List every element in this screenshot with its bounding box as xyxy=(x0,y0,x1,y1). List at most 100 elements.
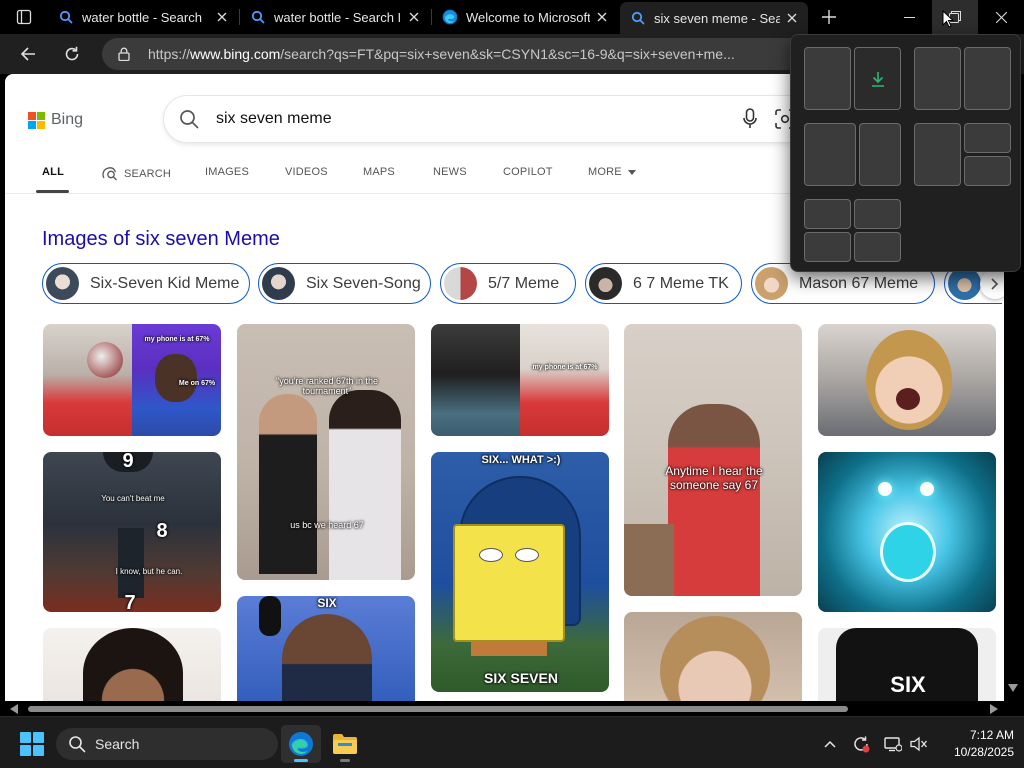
snap-zone-bottom-right[interactable] xyxy=(964,156,1011,186)
image-result[interactable]: 9 You can't beat me 8 I know, but he can… xyxy=(43,452,221,612)
clock-date: 10/28/2025 xyxy=(953,745,1014,759)
mouth-shape xyxy=(896,388,920,410)
snap-zone-top-right[interactable] xyxy=(854,199,901,229)
image-result[interactable]: "you're ranked 67th in the tournament" u… xyxy=(237,324,415,580)
image-caption: Me on 67% xyxy=(178,380,216,387)
tab-water-bottle-images[interactable]: water bottle - Search Images xyxy=(240,2,430,32)
snap-zone-half-left[interactable] xyxy=(914,47,961,110)
edge-icon xyxy=(289,732,313,756)
image-result[interactable] xyxy=(818,324,996,436)
image-result[interactable] xyxy=(624,612,802,701)
new-tab-button[interactable] xyxy=(814,5,844,29)
back-button[interactable] xyxy=(13,40,43,68)
scope-copilot[interactable]: COPILOT xyxy=(503,166,553,178)
horizontal-scroll-thumb[interactable] xyxy=(28,706,848,712)
scroll-right-arrow-icon[interactable] xyxy=(990,704,998,714)
image-panel xyxy=(43,324,132,436)
image-caption: Anytime I hear the someone say 67 xyxy=(665,464,763,492)
raised-fist-shape xyxy=(259,596,281,636)
caret-down-icon xyxy=(627,169,636,175)
chips-next-button[interactable] xyxy=(980,269,1004,299)
taskbar-search-box[interactable]: Search xyxy=(56,728,278,760)
chip-thumbnail xyxy=(444,267,477,300)
image-result[interactable]: SIX xyxy=(818,628,996,701)
search-icon xyxy=(179,109,199,129)
update-status-icon[interactable] xyxy=(851,734,871,754)
scope-search[interactable]: SEARCH xyxy=(101,166,171,181)
horizontal-scrollbar[interactable] xyxy=(0,701,1024,716)
plus-icon xyxy=(822,10,836,24)
tab-welcome-edge[interactable]: Welcome to Microsoft Edge xyxy=(432,2,618,32)
tab-six-seven-meme[interactable]: six seven meme - Search xyxy=(620,2,808,34)
url-host: www.bing.com xyxy=(190,46,281,62)
image-caption: my phone is at 67% xyxy=(144,336,210,343)
snap-zone-left[interactable] xyxy=(914,123,961,186)
volume-muted-icon[interactable] xyxy=(909,734,929,754)
snap-zone-top-right[interactable] xyxy=(964,123,1011,153)
chip-six-seven-kid-meme[interactable]: Six-Seven Kid Meme xyxy=(42,263,250,304)
close-tab-icon[interactable] xyxy=(780,6,804,30)
tab-title: six seven meme - Search xyxy=(654,10,780,26)
scope-all[interactable]: ALL xyxy=(42,166,64,178)
image-result[interactable]: my phone is at 67% xyxy=(431,324,609,436)
snap-zone-bottom-right[interactable] xyxy=(854,232,901,262)
lock-icon[interactable] xyxy=(116,46,132,62)
bing-logo[interactable]: Bing xyxy=(28,111,83,129)
refresh-button[interactable] xyxy=(57,40,87,68)
chip-six-seven-song[interactable]: Six Seven-Song xyxy=(258,263,431,304)
snap-zone-half-left[interactable] xyxy=(804,47,851,110)
image-caption: 9 xyxy=(122,452,134,472)
scope-maps[interactable]: MAPS xyxy=(363,166,395,178)
snap-zone-half-right[interactable] xyxy=(854,47,901,110)
search-box[interactable]: six seven meme xyxy=(164,96,864,142)
search-input[interactable]: six seven meme xyxy=(216,110,864,128)
scope-news[interactable]: NEWS xyxy=(433,166,467,178)
scope-more[interactable]: MORE xyxy=(588,166,636,178)
restore-button[interactable] xyxy=(932,0,978,34)
image-result[interactable] xyxy=(818,452,996,612)
close-tab-icon[interactable] xyxy=(402,5,426,29)
scroll-down-arrow-icon[interactable] xyxy=(1008,684,1018,692)
network-icon[interactable] xyxy=(883,734,903,754)
tab-water-bottle-search[interactable]: water bottle - Search xyxy=(48,2,238,32)
microphone-icon[interactable] xyxy=(740,108,760,130)
snap-zone-bottom-left[interactable] xyxy=(804,232,851,262)
image-result[interactable] xyxy=(43,628,221,701)
taskbar-edge-button[interactable] xyxy=(281,725,321,763)
image-result[interactable]: SIX xyxy=(237,596,415,701)
image-result[interactable]: Anytime I hear the someone say 67 xyxy=(624,324,802,596)
tab-actions-button[interactable] xyxy=(10,5,38,29)
image-result[interactable]: my phone is at 67% Me on 67% xyxy=(43,324,221,436)
image-panel xyxy=(520,324,609,436)
image-panel xyxy=(431,324,520,436)
windows-start-icon[interactable] xyxy=(20,732,44,756)
snap-zone-one-third[interactable] xyxy=(859,123,901,186)
snap-zone-top-left[interactable] xyxy=(804,199,851,229)
address-bar[interactable]: https://www.bing.com/search?qs=FT&pq=six… xyxy=(102,38,822,70)
close-tab-icon[interactable] xyxy=(210,5,234,29)
image-caption: I know, but he can. xyxy=(115,567,183,576)
chip-label: 5/7 Meme xyxy=(488,274,560,292)
bing-search-icon xyxy=(58,9,74,25)
images-section-title[interactable]: Images of six seven Meme xyxy=(42,228,280,251)
pants-shape xyxy=(471,642,547,656)
scope-images[interactable]: IMAGES xyxy=(205,166,249,178)
tab-strip: water bottle - Search water bottle - Sea… xyxy=(0,0,1024,34)
show-hidden-icons-button[interactable] xyxy=(820,734,840,754)
close-window-button[interactable] xyxy=(978,0,1024,34)
image-result[interactable]: SIX... WHAT >:) SIX SEVEN xyxy=(431,452,609,692)
snap-zone-two-thirds[interactable] xyxy=(804,123,856,186)
snap-zone-half-right[interactable] xyxy=(964,47,1011,110)
clock-time: 7:12 AM xyxy=(969,728,1014,742)
chip-5-7-meme[interactable]: 5/7 Meme xyxy=(440,263,576,304)
close-tab-icon[interactable] xyxy=(590,5,614,29)
taskbar-file-explorer-button[interactable] xyxy=(325,725,365,763)
chip-6-7-meme-tk[interactable]: 6 7 Meme TK xyxy=(585,263,742,304)
scroll-left-arrow-icon[interactable] xyxy=(10,704,18,714)
scope-videos[interactable]: VIDEOS xyxy=(285,166,328,178)
image-caption: us bc we heard 67 xyxy=(290,520,364,530)
edge-icon xyxy=(442,9,458,25)
taskbar-clock[interactable]: 7:12 AM 10/28/2025 xyxy=(934,727,1014,761)
windows-taskbar: Search 7:12 AM 10/28/2025 xyxy=(0,716,1024,768)
minimize-button[interactable] xyxy=(886,0,932,34)
